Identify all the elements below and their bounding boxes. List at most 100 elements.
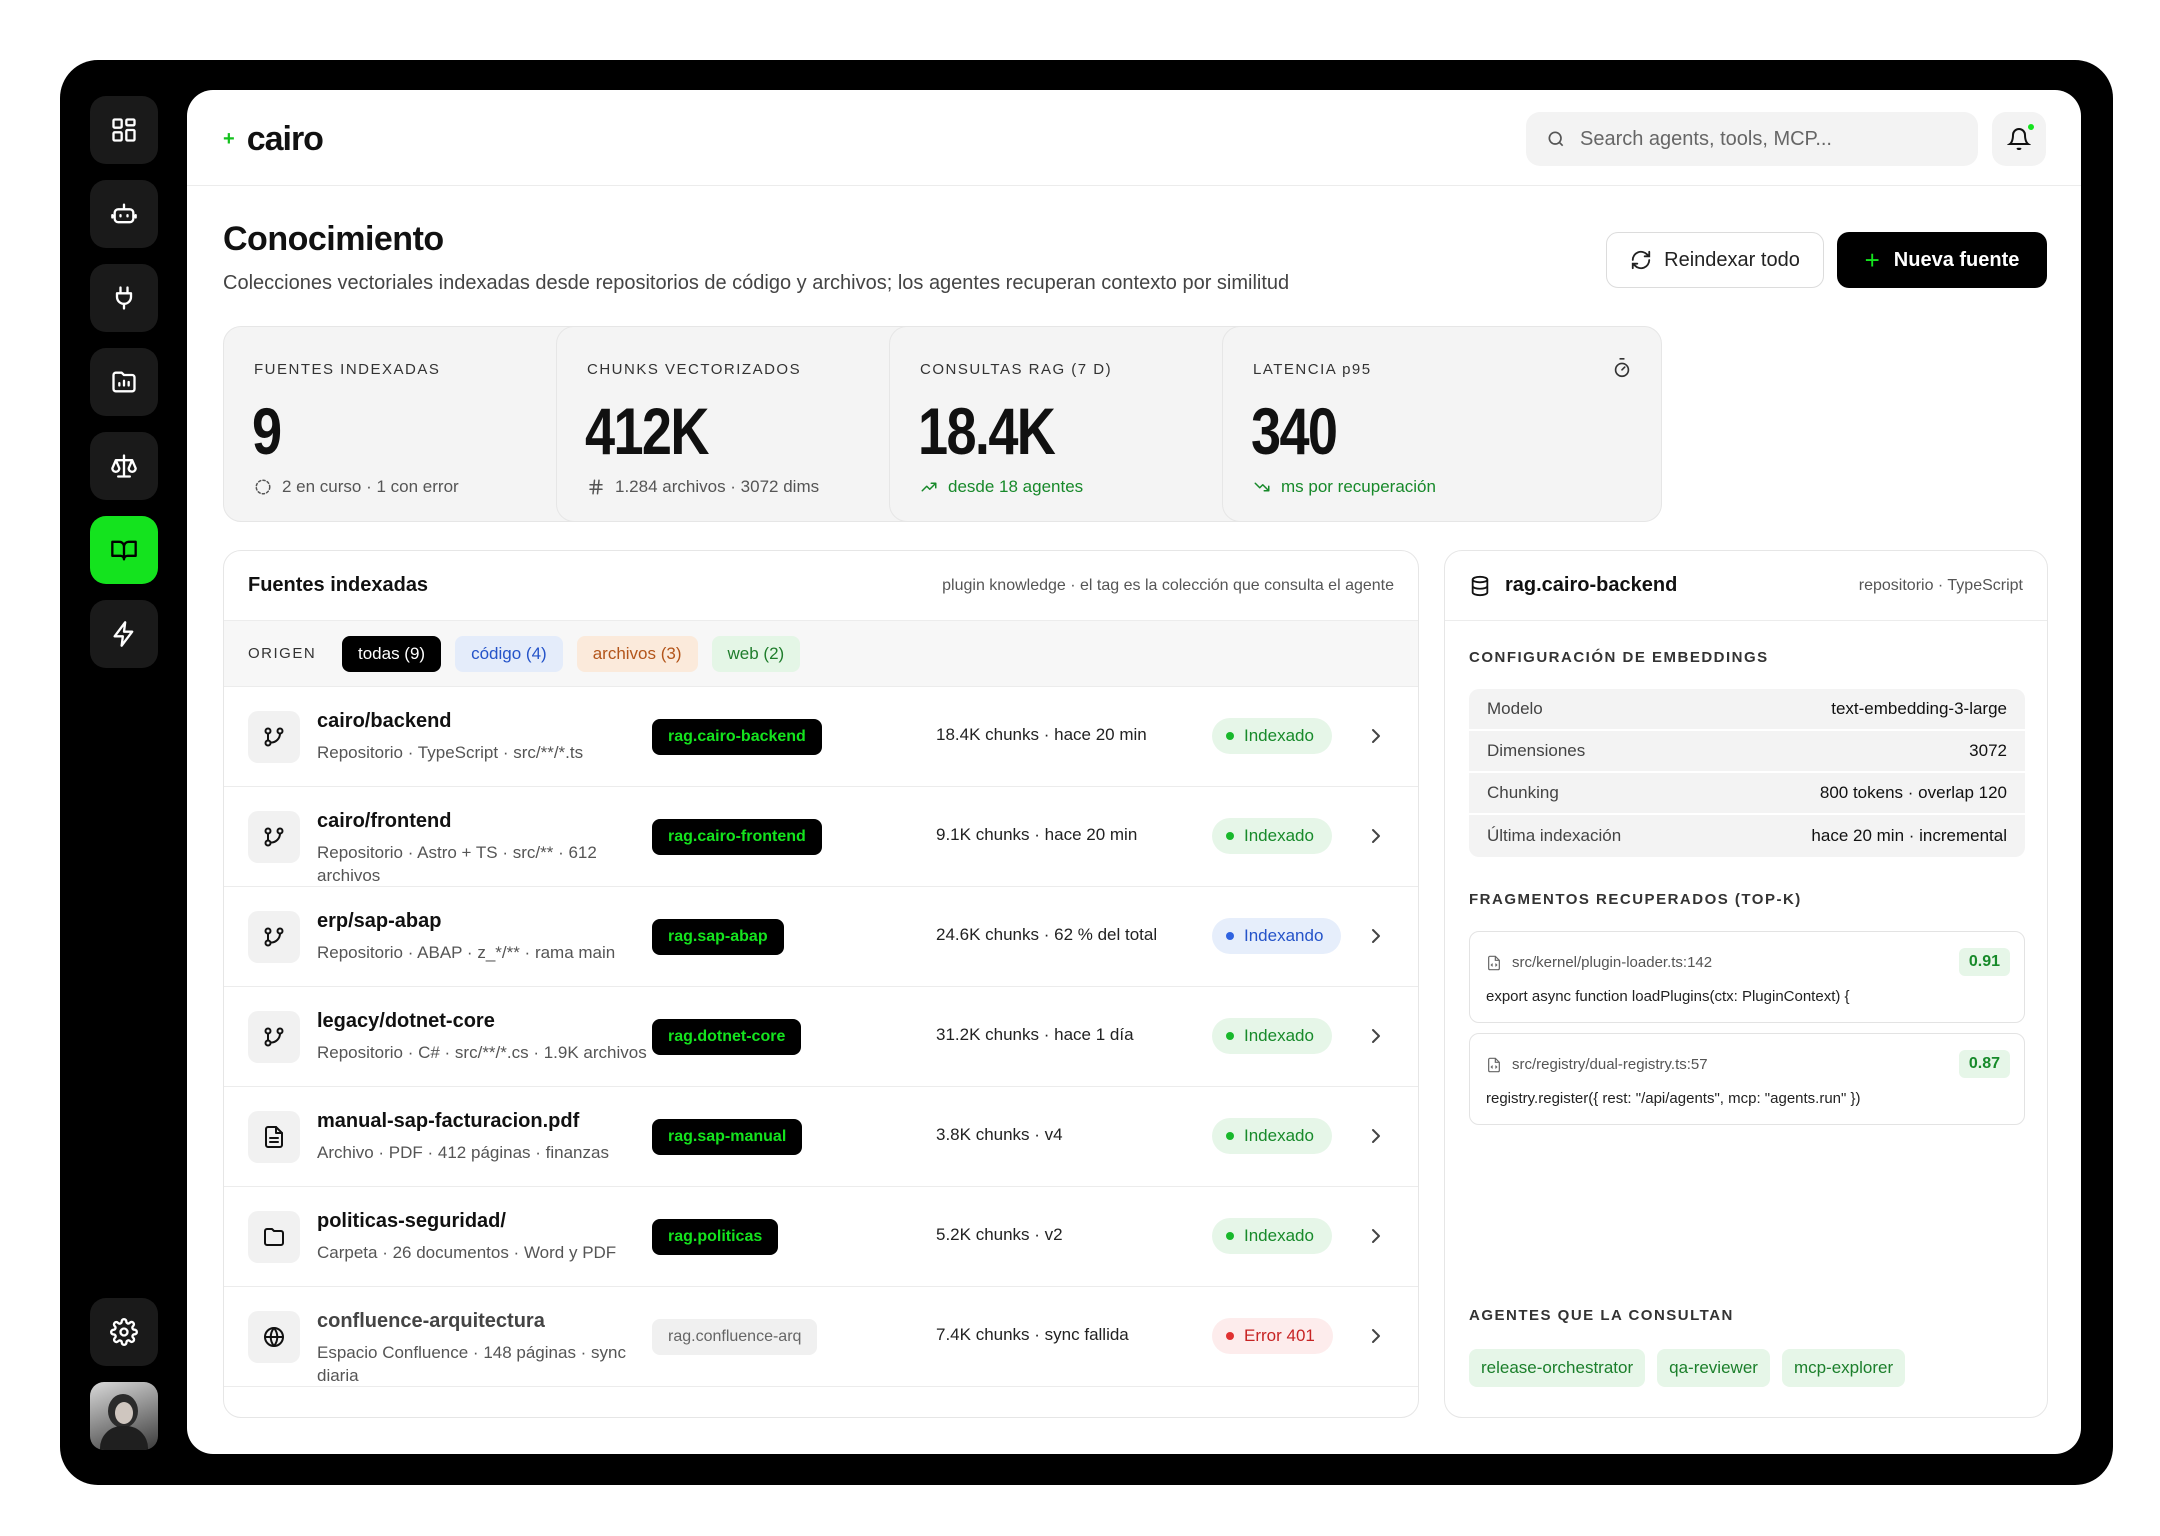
search-icon (1548, 131, 1564, 147)
detail-title: rag.cairo-backend (1505, 574, 1678, 596)
stat-label: CHUNKS VECTORIZADOS (587, 361, 802, 378)
status-badge: Indexado (1212, 1018, 1332, 1054)
status-badge: Indexado (1212, 718, 1332, 754)
source-meta: Archivo · PDF · 412 páginas · finanzas (317, 1143, 609, 1162)
scale-icon (111, 454, 137, 478)
agent-chip[interactable]: release-orchestrator (1469, 1349, 1646, 1387)
stat-foot-text: 2 en curso · 1 con error (282, 477, 459, 496)
filter-all[interactable]: todas (9) (342, 635, 442, 672)
search-input[interactable] (1580, 127, 1940, 151)
file-text-icon (265, 1126, 283, 1148)
collection-detail-panel: rag.cairo-backend repositorio · TypeScri… (1444, 550, 2048, 1418)
git-branch-icon (264, 1027, 284, 1047)
sources-title: Fuentes indexadas (248, 574, 429, 596)
sources-subtitle: plugin knowledge · el tag es la colecció… (942, 576, 1394, 594)
sidebar-item-automations[interactable] (90, 600, 158, 668)
filter-files[interactable]: archivos (3) (576, 635, 698, 672)
fragment-path: src/kernel/plugin-loader.ts:142 (1512, 954, 1713, 971)
stat-label: LATENCIA p95 (1253, 361, 1372, 378)
status-badge: Error 401 (1212, 1318, 1333, 1354)
fragment-card[interactable]: src/registry/dual-registry.ts:57 0.87 re… (1469, 1033, 2025, 1125)
sidebar-item-analytics[interactable] (90, 348, 158, 416)
chevron-right-icon[interactable] (1364, 1224, 1388, 1248)
source-name: cairo/frontend (317, 810, 452, 832)
sources-panel: Fuentes indexadas plugin knowledge · el … (223, 550, 1419, 1418)
sidebar-item-plugins[interactable] (90, 264, 158, 332)
plus-icon: + (1864, 244, 1880, 275)
new-source-button[interactable]: + Nueva fuente (1837, 232, 2047, 288)
page-title: Conocimiento (223, 220, 444, 258)
source-meta: Carpeta · 26 documentos · Word y PDF (317, 1243, 617, 1262)
source-name: erp/sap-abap (317, 910, 442, 932)
stat-foot-text: desde 18 agentes (948, 477, 1084, 496)
source-name: manual-sap-facturacion.pdf (317, 1110, 580, 1132)
chunk-info: 7.4K chunks · sync fallida (936, 1325, 1129, 1344)
status-badge: Indexado (1212, 1118, 1332, 1154)
stat-value: 18.4K (918, 394, 1056, 468)
collection-tag: rag.sap-abap (652, 919, 784, 955)
sidebar-item-governance[interactable] (90, 432, 158, 500)
source-meta: Repositorio · Astro + TS · src/** · 612 … (317, 843, 597, 885)
main-panel: + cairo Conocimiento Colecciones vectori… (187, 90, 2081, 1454)
sidebar-item-dashboard[interactable] (90, 96, 158, 164)
stat-value: 340 (1251, 394, 1338, 468)
search-box[interactable] (1526, 112, 1978, 166)
fragment-code: registry.register({ rest: "/api/agents",… (1486, 1090, 1861, 1107)
user-avatar[interactable] (90, 1382, 158, 1450)
detail-subtitle: repositorio · TypeScript (1858, 576, 2023, 594)
embeddings-config-table: Modelo text-embedding-3-large Dimensiones… (1469, 689, 2025, 857)
plug-icon (115, 286, 133, 310)
source-name: politicas-seguridad/ (317, 1210, 506, 1232)
refresh-icon (1632, 250, 1651, 270)
logo-plus: + (223, 128, 235, 150)
agent-chip[interactable]: qa-reviewer (1657, 1349, 1770, 1387)
analytics-folder-icon (112, 371, 136, 393)
gear-icon (110, 1318, 138, 1346)
config-row: Dimensiones 3072 (1469, 731, 2025, 773)
stat-value: 9 (252, 394, 282, 468)
timer-icon (1614, 358, 1630, 378)
source-row[interactable]: legacy/dotnet-core Repositorio · C# · sr… (224, 987, 1418, 1087)
source-row[interactable]: erp/sap-abap Repositorio · ABAP · z_*/**… (224, 887, 1418, 987)
status-badge: Indexando (1212, 918, 1342, 954)
notifications-button[interactable] (1992, 112, 2046, 166)
chevron-right-icon[interactable] (1364, 924, 1388, 948)
agents-label: AGENTES QUE LA CONSULTAN (1469, 1307, 1734, 1324)
stat-foot-text: ms por recuperación (1281, 477, 1436, 496)
sources-header: Fuentes indexadas plugin knowledge · el … (224, 551, 1418, 621)
source-row[interactable]: politicas-seguridad/ Carpeta · 26 docume… (224, 1187, 1418, 1287)
detail-header: rag.cairo-backend repositorio · TypeScri… (1445, 551, 2047, 621)
chevron-right-icon[interactable] (1364, 1324, 1388, 1348)
chunk-info: 31.2K chunks · hace 1 día (936, 1025, 1134, 1044)
reindex-all-button[interactable]: Reindexar todo (1606, 232, 1824, 288)
chevron-right-icon[interactable] (1364, 1124, 1388, 1148)
chevron-right-icon[interactable] (1364, 824, 1388, 848)
stat-foot: ms por recuperación (1253, 477, 1436, 497)
chevron-right-icon[interactable] (1364, 1024, 1388, 1048)
sidebar-item-knowledge[interactable] (90, 516, 158, 584)
chevron-right-icon[interactable] (1364, 724, 1388, 748)
chunk-info: 5.2K chunks · v2 (936, 1225, 1063, 1244)
source-row[interactable]: cairo/frontend Repositorio · Astro + TS … (224, 787, 1418, 887)
sidebar-item-settings[interactable] (90, 1298, 158, 1366)
sidebar-item-agents[interactable] (90, 180, 158, 248)
loader-icon (255, 479, 271, 495)
filter-code[interactable]: código (4) (455, 635, 563, 672)
hash-icon (589, 479, 603, 495)
book-icon (111, 540, 137, 561)
logo[interactable]: + cairo (223, 120, 324, 159)
source-row[interactable]: cairo/backend Repositorio · TypeScript ·… (224, 687, 1418, 787)
stat-card-latency: LATENCIA p95 340 ms por recuperación (1222, 326, 1662, 522)
source-row[interactable]: confluence-arquitectura Espacio Confluen… (224, 1287, 1418, 1387)
source-meta: Repositorio · C# · src/**/*.cs · 1.9K ar… (317, 1043, 647, 1062)
source-name: cairo/backend (317, 710, 452, 732)
source-row[interactable]: manual-sap-facturacion.pdf Archivo · PDF… (224, 1087, 1418, 1187)
config-row: Chunking 800 tokens · overlap 120 (1469, 773, 2025, 815)
config-row: Última indexación hace 20 min · increment… (1487, 826, 2007, 845)
fragment-card[interactable]: src/kernel/plugin-loader.ts:142 0.91 exp… (1469, 931, 2025, 1023)
agent-chip[interactable]: mcp-explorer (1781, 1349, 1906, 1387)
source-meta: Espacio Confluence · 148 páginas · sync … (317, 1343, 627, 1385)
page-subtitle: Colecciones vectoriales indexadas desde … (223, 272, 1290, 294)
status-badge: Indexado (1212, 818, 1332, 854)
filter-web[interactable]: web (2) (711, 635, 801, 672)
